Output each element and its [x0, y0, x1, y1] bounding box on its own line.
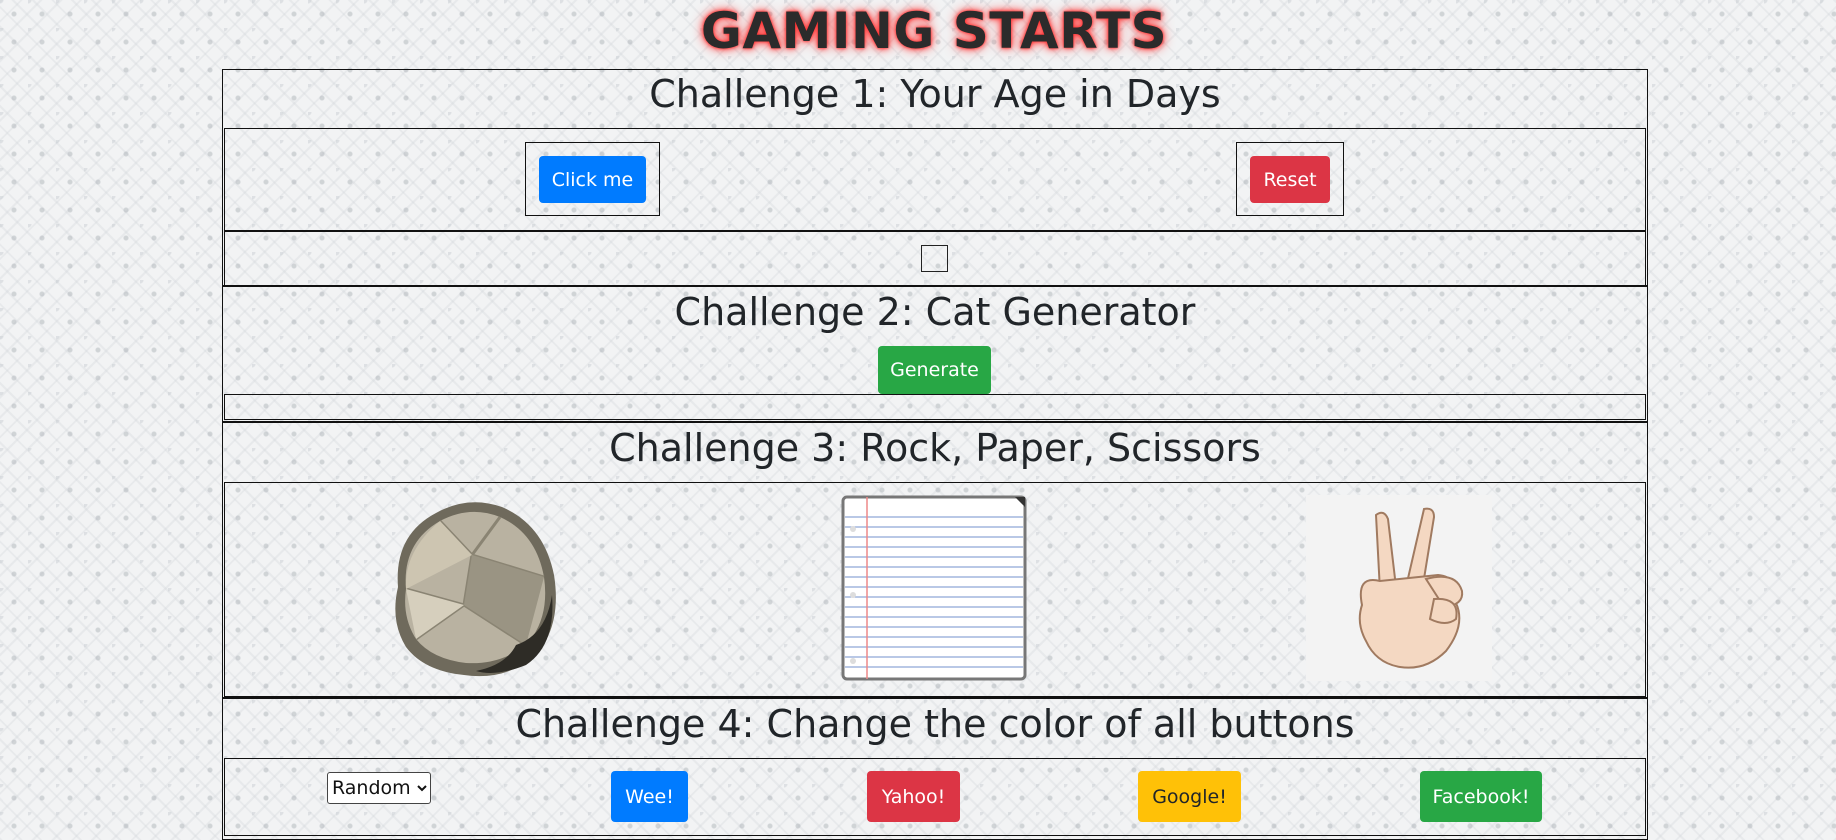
- cat-flex-box: [224, 394, 1646, 420]
- facebook-button[interactable]: Facebook!: [1420, 771, 1542, 822]
- page-title: GAMING STARTS: [700, 2, 1168, 60]
- challenge-4-heading: Challenge 4: Change the color of all but…: [515, 702, 1355, 746]
- paper-image[interactable]: [841, 495, 1027, 681]
- challenge-1-heading: Challenge 1: Your Age in Days: [649, 72, 1221, 116]
- challenge-3-heading: Challenge 3: Rock, Paper, Scissors: [609, 426, 1261, 470]
- generate-button[interactable]: Generate: [878, 346, 991, 394]
- challenge-1-button-row: [224, 128, 1646, 231]
- wee-button[interactable]: Wee!: [611, 771, 688, 822]
- challenge-2-heading: Challenge 2: Cat Generator: [674, 290, 1196, 334]
- yahoo-button[interactable]: Yahoo!: [867, 771, 960, 822]
- color-mode-select[interactable]: Random: [327, 772, 431, 804]
- scissors-image[interactable]: [1306, 495, 1492, 681]
- age-result-box: [921, 245, 948, 272]
- click-me-button[interactable]: Click me: [539, 156, 646, 203]
- reset-button[interactable]: Reset: [1250, 156, 1330, 203]
- rock-image[interactable]: [376, 495, 562, 681]
- google-button[interactable]: Google!: [1138, 771, 1241, 822]
